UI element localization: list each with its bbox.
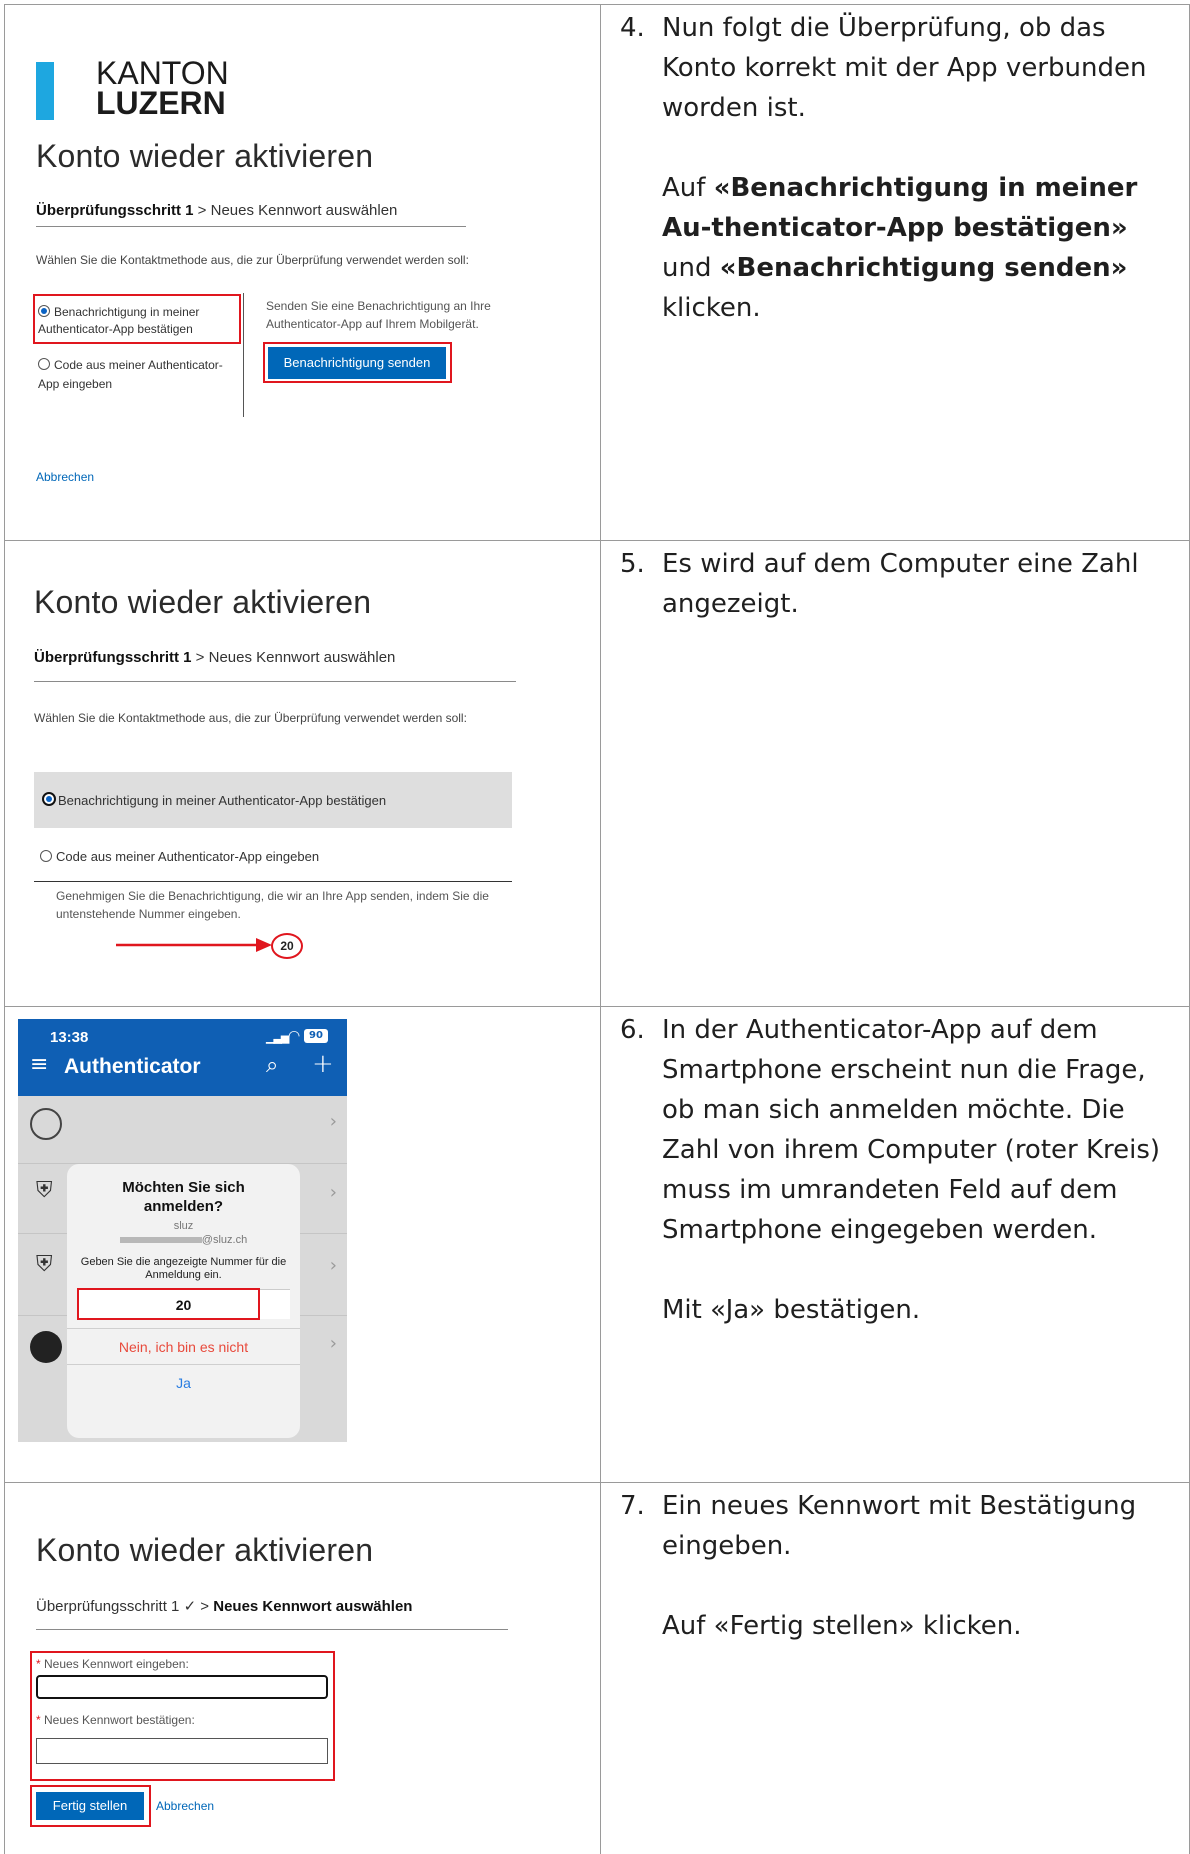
- contact-method-instruction: Wählen Sie die Kontaktmethode aus, die z…: [34, 711, 467, 725]
- radio-unselected-icon[interactable]: [38, 358, 50, 370]
- page-title: Konto wieder aktivieren: [36, 138, 374, 174]
- step-5-instruction: 5. Es wird auf dem Computer eine Zahl an…: [620, 544, 1175, 624]
- screenshot-step-7: Konto wieder aktivieren Überprüfungsschr…: [0, 1483, 600, 1854]
- highlight-box: [33, 294, 241, 344]
- new-password-label: * Neues Kennwort eingeben:: [36, 1657, 189, 1671]
- verification-number: 20: [280, 939, 294, 953]
- redacted-bar: [119, 1237, 202, 1244]
- kanton-luzern-logo-icon: [36, 62, 54, 120]
- status-time: 13:38: [50, 1029, 89, 1046]
- battery-icon: 90: [304, 1029, 328, 1043]
- account-avatar-icon: [30, 1108, 62, 1140]
- divider: [34, 681, 516, 682]
- search-icon[interactable]: ⌕: [266, 1053, 278, 1078]
- option-code[interactable]: Code aus meiner Authenticator-App eingeb…: [38, 356, 238, 394]
- screenshot-step-4: KANTON LUZERN Konto wieder aktivieren Üb…: [0, 0, 600, 540]
- hamburger-menu-icon[interactable]: ≡: [30, 1052, 48, 1077]
- vertical-divider: [243, 293, 244, 417]
- approve-instruction: Genehmigen Sie die Benachrichtigung, die…: [56, 889, 489, 921]
- highlight-box: [263, 342, 452, 383]
- option-notification[interactable]: Benachrichtigung in meiner Authenticator…: [34, 772, 512, 828]
- step-action-text: Auf «Fertig stellen» klicken.: [662, 1611, 1022, 1641]
- number-prompt: Geben Sie die angezeigte Nummer für die …: [80, 1256, 287, 1281]
- finish-button[interactable]: Fertig stellen: [36, 1792, 144, 1820]
- app-header: 13:38 ▁▃▅ ◠ 90 ≡ Authenticator ⌕ +: [18, 1019, 347, 1096]
- confirm-password-field[interactable]: [36, 1738, 328, 1764]
- page-title: Konto wieder aktivieren: [36, 1532, 374, 1568]
- page-title: Konto wieder aktivieren: [34, 584, 372, 620]
- step-action-text: Auf «Benachrichtigung in meiner Au-thent…: [662, 173, 1138, 323]
- sign-in-dialog: Möchten Sie sich anmelden? sluz @sluz.ch…: [67, 1164, 300, 1438]
- step-number: 5.: [620, 549, 645, 579]
- table-border-row2: [4, 1006, 1190, 1007]
- red-arrow-icon: [116, 938, 272, 952]
- contact-method-instruction: Wählen Sie die Kontaktmethode aus, die z…: [36, 253, 469, 267]
- approve-button[interactable]: Ja: [67, 1364, 300, 1400]
- wifi-icon: ◠: [288, 1028, 301, 1044]
- radio-unselected-icon[interactable]: [40, 850, 52, 862]
- divider: [36, 226, 466, 227]
- number-circle: 20: [271, 933, 303, 959]
- highlight-box: [77, 1288, 260, 1320]
- step-number: 4.: [620, 13, 645, 43]
- breadcrumb: Überprüfungsschritt 1 ✓ > Neues Kennwort…: [36, 1598, 413, 1615]
- chevron-right-icon: ›: [329, 1182, 337, 1203]
- step-text: In der Authenticator-App auf dem Smartph…: [662, 1015, 1161, 1245]
- breadcrumb: Überprüfungsschritt 1 > Neues Kennwort a…: [34, 649, 396, 666]
- account-badge-icon: ⛨: [36, 1178, 53, 1203]
- step-4-instruction: 4. Nun folgt die Überprüfung, ob das Kon…: [620, 8, 1175, 328]
- account-avatar-icon: [30, 1331, 62, 1363]
- send-notification-text: Senden Sie eine Benachrichtigung an Ihre…: [266, 299, 491, 331]
- add-icon[interactable]: +: [312, 1049, 334, 1079]
- chevron-right-icon: ›: [329, 1333, 337, 1354]
- step-number: 7.: [620, 1491, 645, 1521]
- new-password-field[interactable]: [36, 1675, 328, 1699]
- logo-text: KANTON LUZERN: [96, 55, 229, 121]
- screenshot-step-5: Konto wieder aktivieren Überprüfungsschr…: [0, 541, 600, 1006]
- option-code[interactable]: Code aus meiner Authenticator-App eingeb…: [40, 849, 319, 864]
- step-number: 6.: [620, 1015, 645, 1045]
- breadcrumb: Überprüfungsschritt 1 > Neues Kennwort a…: [36, 202, 398, 219]
- phone-screenshot: 13:38 ▁▃▅ ◠ 90 ≡ Authenticator ⌕ + › ⛨ ›…: [18, 1019, 347, 1442]
- step-action-text: Mit «Ja» bestätigen.: [662, 1295, 921, 1325]
- bold-option-label: «Benachrichtigung in meiner Au-thenticat…: [662, 173, 1138, 243]
- signal-icon: ▁▃▅: [266, 1031, 289, 1044]
- account-badge-icon: ⛨: [36, 1252, 53, 1277]
- bold-button-label: «Benachrichtigung senden»: [719, 253, 1128, 283]
- step-6-instruction: 6. In der Authenticator-App auf dem Smar…: [620, 1010, 1175, 1330]
- account-name: sluz: [173, 1220, 194, 1232]
- chevron-right-icon: ›: [329, 1111, 337, 1132]
- account-email: @sluz.ch: [67, 1234, 300, 1246]
- dialog-title: Möchten Sie sich anmelden?: [122, 1179, 245, 1215]
- cancel-link[interactable]: Abbrechen: [156, 1799, 214, 1813]
- divider: [34, 881, 512, 882]
- step-7-instruction: 7. Ein neues Kennwort mit Bestätigung ei…: [620, 1486, 1175, 1646]
- confirm-password-label: * Neues Kennwort bestätigen:: [36, 1713, 195, 1727]
- divider: [36, 1629, 508, 1630]
- step-text: Ein neues Kennwort mit Bestätigung einge…: [662, 1491, 1137, 1561]
- step-text: Es wird auf dem Computer eine Zahl angez…: [662, 549, 1139, 619]
- step-text: Nun folgt die Überprüfung, ob das Konto …: [662, 13, 1147, 123]
- table-border-middle: [600, 4, 601, 1854]
- deny-button[interactable]: Nein, ich bin es nicht: [67, 1328, 300, 1364]
- app-title: Authenticator: [64, 1055, 201, 1078]
- radio-selected-icon[interactable]: [42, 792, 56, 806]
- chevron-right-icon: ›: [329, 1255, 337, 1276]
- cancel-link[interactable]: Abbrechen: [36, 470, 94, 484]
